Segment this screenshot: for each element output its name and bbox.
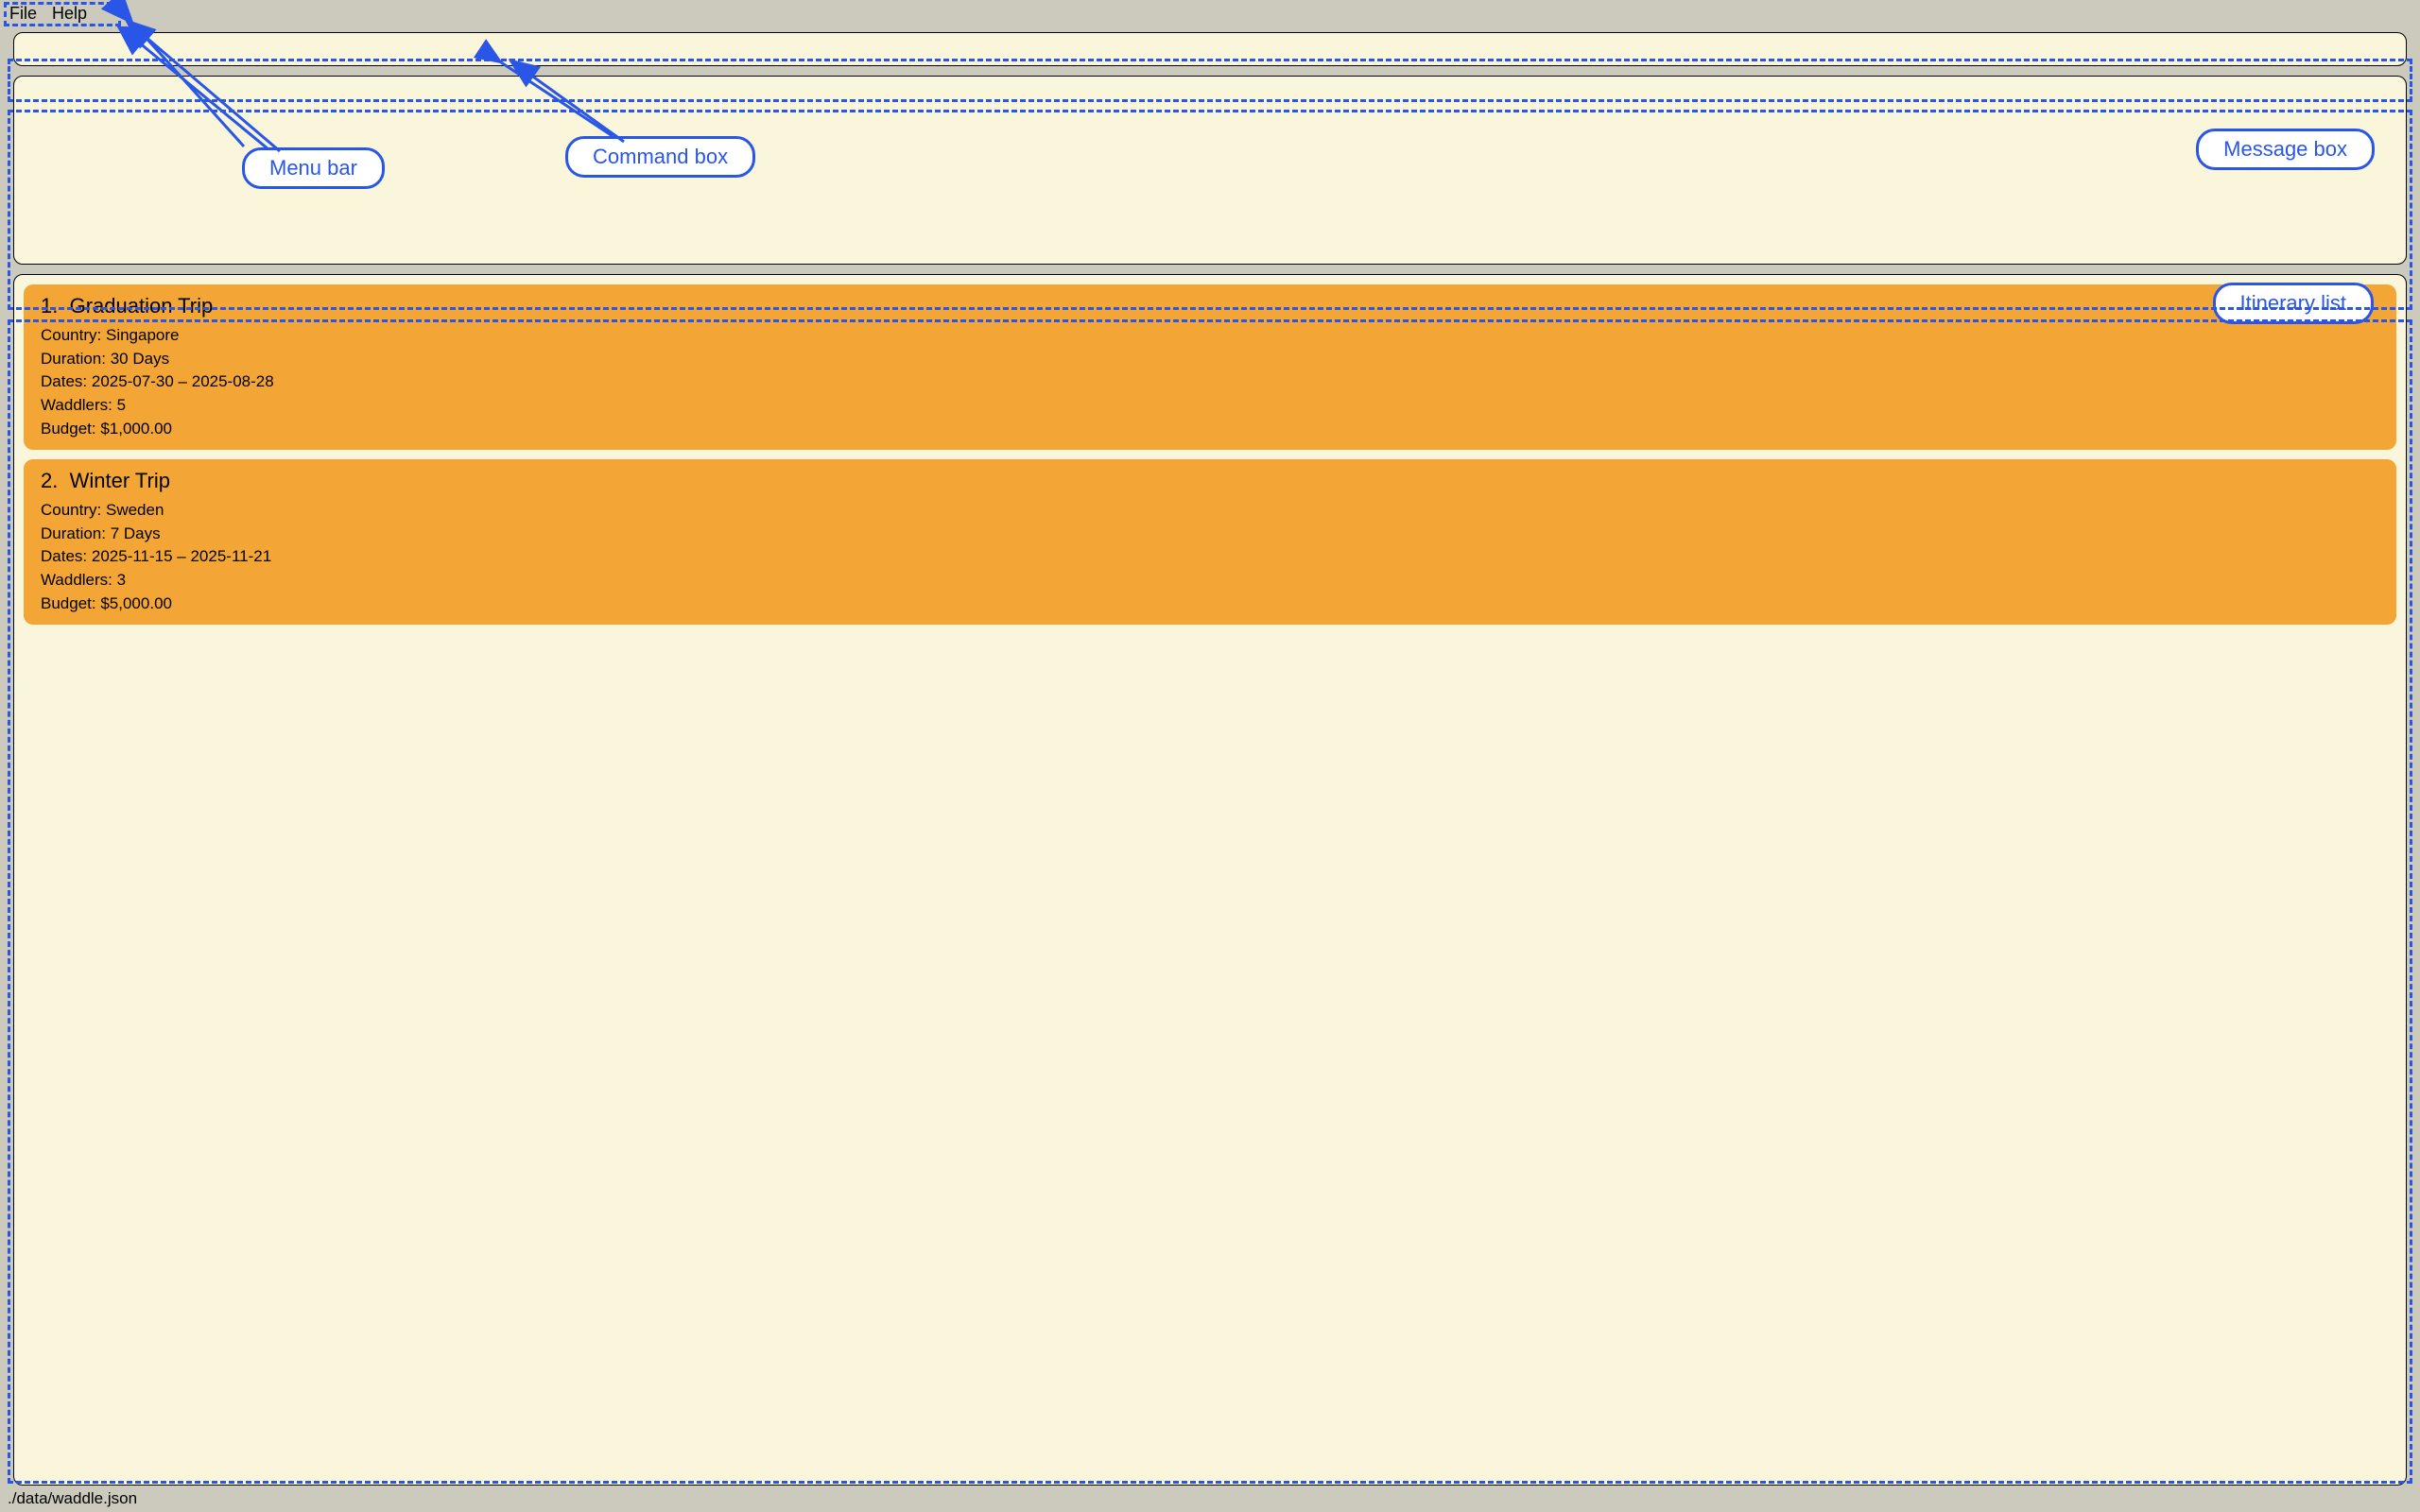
status-bar: ./data/waddle.json bbox=[0, 1486, 2420, 1512]
itinerary-list: 1. Graduation Trip Country: Singapore Du… bbox=[13, 274, 2407, 1486]
itinerary-country-line: Country: Sweden bbox=[41, 499, 2379, 523]
itinerary-index: 1. bbox=[41, 294, 58, 318]
country-label: Country: bbox=[41, 326, 101, 344]
country-value: Singapore bbox=[106, 326, 180, 344]
budget-label: Budget: bbox=[41, 594, 96, 612]
waddlers-label: Waddlers: bbox=[41, 396, 112, 414]
itinerary-card[interactable]: 1. Graduation Trip Country: Singapore Du… bbox=[24, 284, 2396, 450]
menu-file[interactable]: File bbox=[9, 4, 37, 24]
itinerary-country-line: Country: Singapore bbox=[41, 324, 2379, 348]
itinerary-title: 1. Graduation Trip bbox=[41, 294, 2379, 318]
menu-bar: File Help bbox=[0, 0, 2420, 26]
duration-label: Duration: bbox=[41, 350, 106, 368]
itinerary-name: Winter Trip bbox=[70, 469, 170, 492]
itinerary-budget-line: Budget: $1,000.00 bbox=[41, 418, 2379, 441]
itinerary-duration-line: Duration: 7 Days bbox=[41, 523, 2379, 546]
command-box[interactable] bbox=[13, 32, 2407, 66]
itinerary-duration-line: Duration: 30 Days bbox=[41, 348, 2379, 371]
callout-command-box: Command box bbox=[565, 136, 755, 178]
itinerary-waddlers-line: Waddlers: 3 bbox=[41, 569, 2379, 593]
dates-value: 2025-07-30 – 2025-08-28 bbox=[92, 372, 274, 390]
duration-value: 7 Days bbox=[111, 524, 161, 542]
itinerary-name: Graduation Trip bbox=[70, 294, 214, 318]
itinerary-dates-line: Dates: 2025-07-30 – 2025-08-28 bbox=[41, 370, 2379, 394]
itinerary-budget-line: Budget: $5,000.00 bbox=[41, 593, 2379, 616]
duration-value: 30 Days bbox=[111, 350, 169, 368]
country-value: Sweden bbox=[106, 501, 164, 519]
itinerary-title: 2. Winter Trip bbox=[41, 469, 2379, 493]
status-path: ./data/waddle.json bbox=[8, 1489, 137, 1507]
content-area: 1. Graduation Trip Country: Singapore Du… bbox=[0, 26, 2420, 1486]
callout-itinerary-list: Itinerary list bbox=[2213, 283, 2374, 324]
callout-menu-bar: Menu bar bbox=[242, 147, 385, 189]
itinerary-index: 2. bbox=[41, 469, 58, 492]
dates-label: Dates: bbox=[41, 372, 87, 390]
waddlers-value: 3 bbox=[117, 571, 126, 589]
dates-label: Dates: bbox=[41, 547, 87, 565]
itinerary-card[interactable]: 2. Winter Trip Country: Sweden Duration:… bbox=[24, 459, 2396, 625]
waddlers-value: 5 bbox=[117, 396, 126, 414]
country-label: Country: bbox=[41, 501, 101, 519]
itinerary-dates-line: Dates: 2025-11-15 – 2025-11-21 bbox=[41, 545, 2379, 569]
dates-value: 2025-11-15 – 2025-11-21 bbox=[92, 547, 271, 565]
budget-label: Budget: bbox=[41, 420, 96, 438]
budget-value: $5,000.00 bbox=[100, 594, 172, 612]
budget-value: $1,000.00 bbox=[100, 420, 172, 438]
duration-label: Duration: bbox=[41, 524, 106, 542]
waddlers-label: Waddlers: bbox=[41, 571, 112, 589]
menu-help[interactable]: Help bbox=[52, 4, 87, 24]
callout-message-box: Message box bbox=[2196, 129, 2375, 170]
itinerary-waddlers-line: Waddlers: 5 bbox=[41, 394, 2379, 418]
